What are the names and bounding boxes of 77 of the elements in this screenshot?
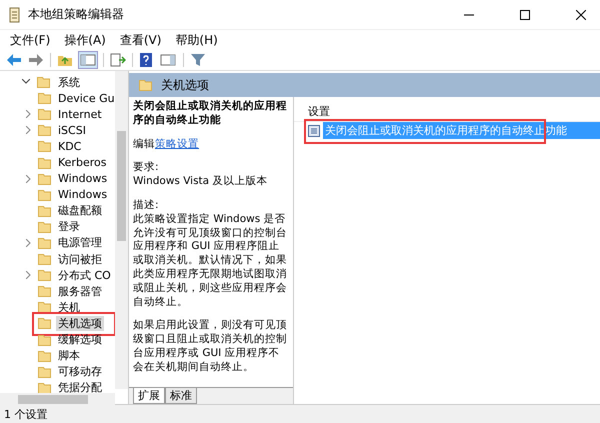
folder-icon xyxy=(38,285,52,298)
folder-icon xyxy=(38,350,52,362)
chevron-right-icon[interactable] xyxy=(26,126,32,134)
back-arrow-icon[interactable] xyxy=(6,53,22,67)
tab[interactable]: 标准 xyxy=(165,388,197,404)
forward-arrow-icon[interactable] xyxy=(28,53,44,67)
folder-icon xyxy=(38,366,52,378)
help-icon[interactable] xyxy=(139,52,153,68)
chevron-right-icon[interactable] xyxy=(26,174,32,183)
tree-item[interactable]: iSCSI xyxy=(56,124,88,137)
policy-setting-icon xyxy=(308,124,320,136)
requirements-text: Windows Vista 及以上版本 xyxy=(133,175,268,189)
tree-item[interactable]: Windows xyxy=(56,188,110,202)
description-paragraph: 此策略设置指定 Windows 是否允许没有可见顶级窗口的控制台应用程序和 GUI 应用程序阻止或取消关机。默认情况下，如果此类应用程序无限期地试图取消或阻止关机，则这些应用程序会自动终止。 xyxy=(133,212,288,310)
requirements-label: 要求: xyxy=(133,161,160,176)
tree-item[interactable]: 电源管理 xyxy=(56,235,104,250)
folder-icon xyxy=(38,140,52,152)
folder-icon xyxy=(38,124,52,136)
panel-toggle-icon[interactable] xyxy=(79,52,97,68)
folder-icon xyxy=(38,301,52,314)
description-label: 描述: xyxy=(133,198,160,213)
tree-item[interactable]: KDC xyxy=(56,140,84,153)
tree-item[interactable]: 脚本 xyxy=(56,348,82,364)
close-icon[interactable] xyxy=(576,10,586,20)
menu-item[interactable]: 帮助(H) xyxy=(175,32,218,48)
vertical-scrollbar[interactable] xyxy=(115,71,128,389)
folder-icon xyxy=(38,92,52,104)
tree-item[interactable]: Kerberos xyxy=(56,156,108,170)
tree-item[interactable]: 磁盘配额 xyxy=(56,203,104,218)
tree-item[interactable]: 关机 xyxy=(56,300,82,315)
horizontal-scrollbar[interactable] xyxy=(0,393,115,406)
folder-icon xyxy=(38,156,52,169)
header-title: 关机选项 xyxy=(161,76,209,94)
policy-settings-link[interactable]: 策略设置 xyxy=(155,138,199,150)
tree-item[interactable]: 分布式 CO xyxy=(56,268,113,283)
folder-icon xyxy=(38,204,52,217)
folder-icon xyxy=(38,334,52,346)
folder-icon xyxy=(37,76,51,88)
tree-item[interactable]: 可移动存 xyxy=(56,364,104,380)
menu-item[interactable]: 文件(F) xyxy=(10,32,50,48)
description-paragraph: 如果启用此设置，则没有可见顶级窗口且阻止或取消关机的控制台应用程序或 GUI 应用程序不会在关机期间自动终止。 xyxy=(133,319,288,375)
app-icon xyxy=(8,6,22,22)
tree-item[interactable]: 登录 xyxy=(56,219,82,234)
tree-item[interactable]: 访问被拒 xyxy=(56,252,104,267)
chevron-right-icon[interactable] xyxy=(26,110,32,118)
folder-up-icon[interactable] xyxy=(57,53,73,67)
export-list-icon[interactable] xyxy=(110,53,126,67)
pane-toggle-icon[interactable] xyxy=(159,52,177,68)
menu-item[interactable]: 操作(A) xyxy=(64,32,106,48)
folder-icon xyxy=(38,220,52,233)
folder-icon xyxy=(139,79,153,91)
folder-icon xyxy=(38,253,52,266)
tree-item[interactable]: Windows xyxy=(56,172,110,186)
tree-item[interactable]: 系统 xyxy=(56,74,82,90)
folder-icon xyxy=(38,188,52,201)
tree-item[interactable]: Internet xyxy=(56,108,104,121)
window-title: 本地组策略编辑器 xyxy=(28,6,124,23)
tree-item[interactable]: Device Gu xyxy=(56,92,117,105)
folder-icon xyxy=(38,108,52,120)
tab[interactable]: 扩展 xyxy=(133,388,165,404)
status-text: 1 个设置 xyxy=(4,406,48,422)
chevron-right-icon[interactable] xyxy=(26,271,32,280)
tree-item[interactable]: 缓解选项 xyxy=(56,332,104,348)
tree-item[interactable]: 服务器管 xyxy=(56,284,104,299)
policy-title: 关闭会阻止或取消关机的应用程序的自动终止功能 xyxy=(133,100,288,128)
folder-icon xyxy=(38,236,52,249)
edit-label: 编辑 xyxy=(133,138,155,150)
tree-item[interactable]: 关机选项 xyxy=(56,316,104,331)
chevron-right-icon[interactable] xyxy=(26,238,32,247)
tree-item[interactable]: 凭据分配 xyxy=(56,380,104,396)
folder-icon xyxy=(38,269,52,282)
filter-icon[interactable] xyxy=(190,52,206,68)
menu-item[interactable]: 查看(V) xyxy=(120,32,162,48)
chevron-down-icon[interactable] xyxy=(22,79,30,86)
maximize-icon[interactable] xyxy=(520,10,530,20)
folder-icon xyxy=(38,172,52,185)
folder-icon xyxy=(38,317,52,330)
